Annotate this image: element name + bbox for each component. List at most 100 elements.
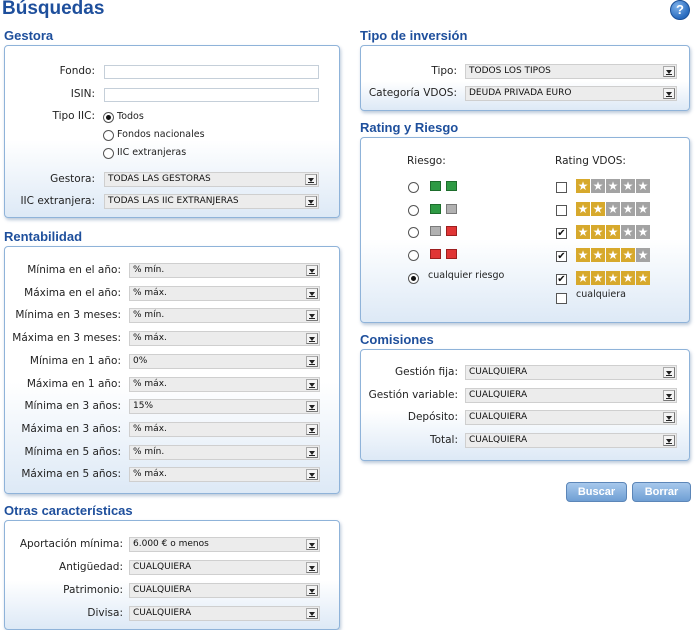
gold-star-icon: ★ [576, 271, 590, 285]
risk-green-square-icon [430, 181, 441, 191]
chevron-down-icon [306, 446, 318, 458]
grey-star-icon: ★ [621, 202, 635, 216]
comisiones-2-select[interactable]: CUALQUIERA [465, 410, 677, 426]
rentabilidad-3-select[interactable]: % máx. [129, 331, 320, 347]
iic-extranjera-label: IIC extranjera: [20, 195, 95, 207]
risk-green-square-icon [430, 203, 441, 214]
gold-star-icon: ★ [591, 225, 605, 239]
rentabilidad-0-row: Mínima en el año: % mín. [5, 262, 339, 282]
chevron-down-icon [663, 412, 675, 424]
gold-star-icon: ★ [591, 202, 605, 216]
iic-extranjera-select[interactable]: TODAS LAS IIC EXTRANJERAS [104, 194, 319, 209]
rentabilidad-6-select-value: 15% [133, 401, 154, 412]
rentabilidad-4-label: Mínima en 1 año: [29, 354, 121, 367]
rentabilidad-5-label: Máxima en 1 año: [26, 377, 121, 390]
gold-star-icon: ★ [576, 202, 590, 216]
riesgo-radio-1[interactable] [408, 204, 419, 216]
rating-any-checkbox[interactable] [556, 293, 567, 304]
chevron-down-icon [306, 539, 318, 550]
page-title: Búsquedas [2, 0, 105, 19]
chevron-down-icon [663, 435, 675, 447]
gestora-select[interactable]: TODAS LAS GESTORAS [104, 172, 319, 187]
isin-input[interactable] [104, 88, 319, 102]
rating-checkbox-2[interactable] [556, 205, 567, 216]
comisiones-2-label: Depósito: [407, 411, 458, 424]
grey-star-icon: ★ [636, 202, 650, 216]
rating-checkbox-5[interactable]: ✔ [556, 274, 567, 285]
borrar-button[interactable]: Borrar [632, 482, 691, 502]
tipo-nacionales-radio[interactable] [103, 130, 114, 141]
otras-0-select[interactable]: 6.000 € o menos [129, 537, 320, 552]
rentabilidad-4-select[interactable]: 0% [129, 353, 320, 369]
risk-red-square-icon [446, 249, 457, 260]
chevron-down-icon [306, 378, 318, 390]
rating-checkbox-1[interactable] [556, 182, 567, 193]
otras-1-select[interactable]: CUALQUIERA [129, 560, 320, 575]
tipo-select[interactable]: TODOS LOS TIPOS [465, 64, 677, 79]
otras-3-select[interactable]: CUALQUIERA [129, 606, 320, 621]
inversion-section-title: Tipo de inversión [360, 28, 468, 43]
gestora-section-title: Gestora [4, 28, 54, 43]
otras-0-label: Aportación mínima: [19, 538, 123, 550]
rentabilidad-7-label: Máxima en 3 años: [21, 422, 121, 435]
comisiones-0-row: Gestión fija: CUALQUIERA [361, 364, 689, 384]
rentabilidad-6-select[interactable]: 15% [129, 399, 320, 415]
rentabilidad-4-row: Mínima en 1 año: 0% [5, 353, 339, 373]
otras-2-select[interactable]: CUALQUIERA [129, 583, 320, 598]
riesgo-radio-0[interactable] [408, 182, 419, 193]
tipo-extranjeras-radio[interactable] [103, 148, 114, 159]
categoria-select[interactable]: DEUDA PRIVADA EURO [465, 86, 677, 101]
rentabilidad-5-select[interactable]: % máx. [129, 376, 320, 392]
buscar-button[interactable]: Buscar [566, 482, 627, 502]
comisiones-1-label: Gestión variable: [368, 388, 458, 401]
rating-panel: Riesgo: Rating VDOS: cualquier riesgo ★ ★… [360, 137, 690, 323]
inversion-panel: Tipo: TODOS LOS TIPOS Categoría VDOS: DE… [360, 45, 690, 111]
otras-1-row: Antigüedad: CUALQUIERA [5, 559, 339, 579]
rentabilidad-0-select[interactable]: % mín. [129, 263, 320, 278]
isin-label: ISIN: [70, 88, 95, 100]
risk-grey-square-icon [430, 226, 441, 237]
gold-star-icon: ★ [621, 248, 635, 262]
chevron-down-icon [306, 287, 318, 299]
otras-0-select-value: 6.000 € o menos [133, 539, 209, 549]
categoria-label: Categoría VDOS: [368, 87, 457, 99]
riesgo-any-radio[interactable] [408, 272, 419, 284]
grey-star-icon: ★ [621, 179, 635, 193]
riesgo-header: Riesgo: [407, 155, 446, 167]
riesgo-radio-2[interactable] [408, 227, 419, 239]
otras-3-row: Divisa: CUALQUIERA [5, 605, 339, 625]
rating-stars-2: ★ ★ ★ ★ ★ [576, 202, 651, 216]
rentabilidad-0-label: Mínima en el año: [27, 264, 121, 276]
comisiones-0-select[interactable]: CUALQUIERA [465, 365, 677, 380]
rentabilidad-6-label: Mínima en 3 años: [24, 400, 121, 413]
rentabilidad-7-select[interactable]: % máx. [129, 421, 320, 437]
chevron-down-icon [306, 333, 318, 345]
rentabilidad-8-select[interactable]: % mín. [129, 444, 320, 460]
tipo-todos-radio[interactable] [103, 112, 114, 123]
comisiones-3-select-value: CUALQUIERA [469, 435, 528, 446]
riesgo-radio-3[interactable] [408, 250, 419, 262]
fondo-input[interactable] [104, 65, 319, 79]
comisiones-3-row: Total: CUALQUIERA [361, 432, 689, 452]
rating-checkbox-4[interactable]: ✔ [556, 251, 567, 262]
rentabilidad-3-label: Máxima en 3 meses: [12, 332, 121, 345]
rating-checkbox-3[interactable]: ✔ [556, 228, 567, 239]
gold-star-icon: ★ [606, 271, 620, 285]
rentabilidad-8-select-value: % mín. [133, 446, 165, 457]
rentabilidad-2-select[interactable]: % mín. [129, 308, 320, 324]
rentabilidad-9-select[interactable]: % máx. [129, 467, 320, 483]
chevron-down-icon [306, 423, 318, 435]
rentabilidad-panel: Mínima en el año: % mín. Máxima en el año:… [4, 246, 340, 494]
chevron-down-icon [663, 389, 675, 401]
rentabilidad-2-row: Mínima en 3 meses: % mín. [5, 307, 339, 327]
rentabilidad-1-select-value: % máx. [133, 287, 167, 298]
grey-star-icon: ★ [621, 225, 635, 239]
chevron-down-icon [306, 562, 318, 573]
rentabilidad-1-row: Máxima en el año: % máx. [5, 285, 339, 305]
rentabilidad-1-select[interactable]: % máx. [129, 285, 320, 301]
gold-star-icon: ★ [636, 271, 650, 285]
comisiones-1-select[interactable]: CUALQUIERA [465, 387, 677, 403]
rentabilidad-1-label: Máxima en el año: [24, 286, 121, 299]
help-icon[interactable]: ? [670, 0, 690, 20]
comisiones-3-select[interactable]: CUALQUIERA [465, 433, 677, 449]
